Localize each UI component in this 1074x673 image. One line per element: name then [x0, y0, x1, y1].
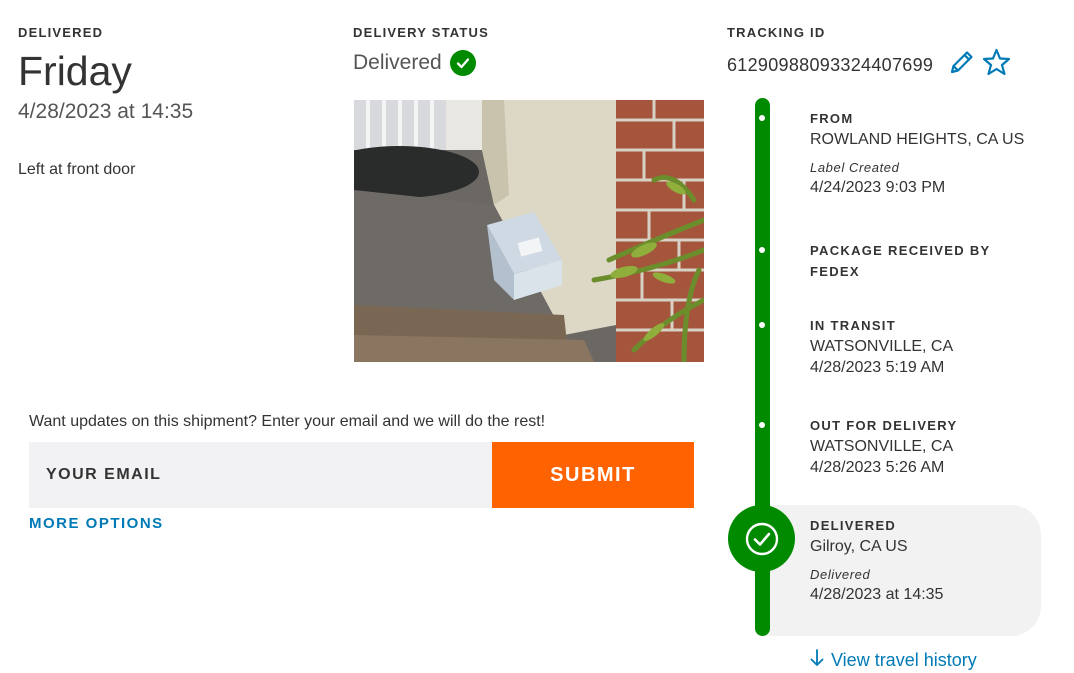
event-time: 4/28/2023 5:19 AM	[810, 359, 945, 376]
delivery-datetime: 4/28/2023 at 14:35	[18, 100, 194, 123]
tracking-number: 61290988093324407699	[727, 55, 934, 75]
event-title: IN TRANSIT	[810, 318, 896, 333]
event-note: Delivered	[810, 567, 871, 582]
event-note: Label Created	[810, 160, 900, 175]
timeline-dot	[759, 115, 765, 121]
timeline-event-out-for-delivery: OUT FOR DELIVERY WATSONVILLE, CA 4/28/20…	[810, 415, 1030, 477]
pencil-icon[interactable]	[947, 47, 977, 77]
email-updates-prompt: Want updates on this shipment? Enter you…	[29, 413, 546, 430]
email-input[interactable]	[29, 442, 492, 508]
view-travel-history-link[interactable]: View travel history	[810, 648, 977, 673]
arrow-down-icon	[810, 648, 824, 673]
event-title: PACKAGE RECEIVED BY FEDEX	[810, 243, 991, 279]
timeline-event-delivered: DELIVERED Gilroy, CA US Delivered 4/28/2…	[810, 515, 1030, 604]
event-time: 4/28/2023 5:26 AM	[810, 459, 945, 476]
event-time: 4/28/2023 at 14:35	[810, 586, 944, 603]
timeline-event-received: PACKAGE RECEIVED BY FEDEX	[810, 240, 995, 282]
event-location: WATSONVILLE, CA	[810, 338, 954, 355]
timeline-event-in-transit: IN TRANSIT WATSONVILLE, CA 4/28/2023 5:1…	[810, 315, 1030, 377]
timeline-dot	[759, 322, 765, 328]
timeline-dot	[759, 247, 765, 253]
event-location: Gilroy, CA US	[810, 538, 908, 555]
tracking-id-label: TRACKING ID	[727, 25, 826, 40]
check-circle-icon	[449, 50, 476, 76]
more-options-link[interactable]: MORE OPTIONS	[29, 515, 164, 532]
event-title: DELIVERED	[810, 518, 897, 533]
event-title: OUT FOR DELIVERY	[810, 418, 958, 433]
delivery-photo[interactable]	[354, 100, 704, 362]
timeline-dot	[759, 422, 765, 428]
delivered-check-icon	[728, 505, 795, 572]
delivery-note: Left at front door	[18, 161, 136, 178]
delivery-status-label: DELIVERY STATUS	[353, 25, 489, 40]
star-outline-icon[interactable]	[981, 47, 1012, 78]
view-travel-history-label: View travel history	[831, 650, 977, 670]
submit-button[interactable]: SUBMIT	[492, 442, 694, 508]
delivery-day: Friday	[18, 48, 132, 94]
delivery-status: Delivered	[353, 50, 476, 76]
event-title: FROM	[810, 111, 854, 126]
delivery-status-value: Delivered	[353, 51, 442, 74]
event-time: 4/24/2023 9:03 PM	[810, 179, 946, 196]
event-location: WATSONVILLE, CA	[810, 438, 954, 455]
timeline-event-from: FROM ROWLAND HEIGHTS, CA US Label Create…	[810, 108, 1030, 197]
event-location: ROWLAND HEIGHTS, CA US	[810, 131, 1025, 148]
delivered-eyebrow: DELIVERED	[18, 25, 104, 40]
